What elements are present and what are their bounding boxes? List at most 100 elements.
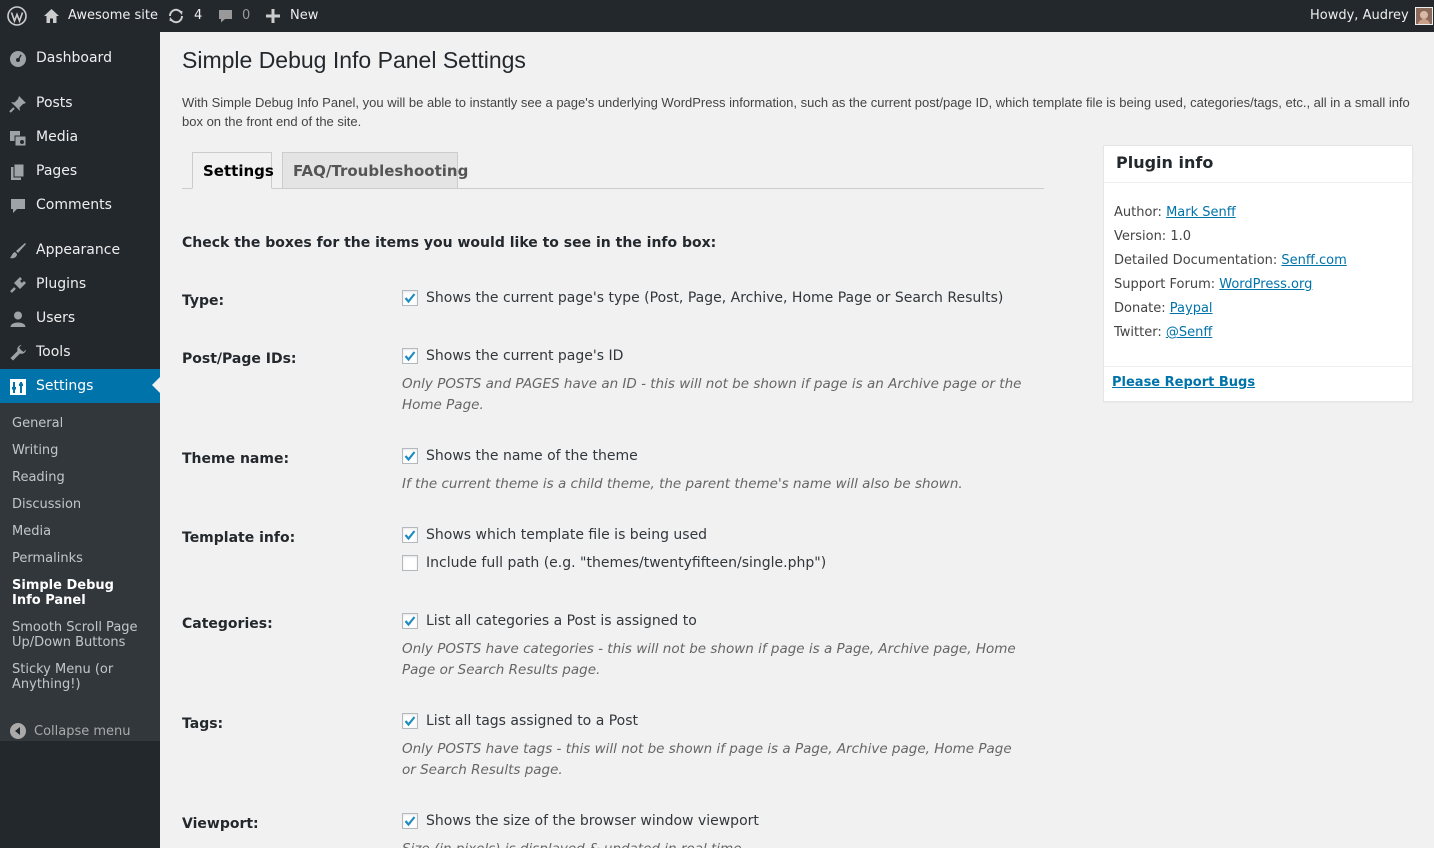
new-label: New [290,8,319,23]
menu-item-plugins[interactable]: Plugins [0,267,160,301]
option-label: Shows the current page's type (Post, Pag… [426,290,1004,306]
menu-label: Comments [36,197,112,213]
menu-item-appearance[interactable]: Appearance [0,233,160,267]
author-label: Author: [1114,205,1162,220]
option-tags[interactable]: List all tags assigned to a Post [402,713,638,729]
site-name-menu[interactable]: Awesome site [43,0,158,32]
option-label: Include full path (e.g. "themes/twentyfi… [426,555,827,571]
howdy-text: Howdy, Audrey [1310,8,1409,23]
menu-label: Dashboard [36,50,112,66]
donate-link[interactable]: Paypal [1170,301,1213,316]
checkbox-checked[interactable] [402,527,418,543]
option-theme-name[interactable]: Shows the name of the theme [402,448,638,464]
option-label: List all tags assigned to a Post [426,713,639,729]
menu-item-dashboard[interactable]: Dashboard [0,41,160,75]
pin-icon [8,94,28,114]
submenu-item-smooth-scroll[interactable]: Smooth Scroll Page Up/Down Buttons [12,620,142,650]
menu-label: Appearance [36,242,121,258]
menu-item-tools[interactable]: Tools [0,335,160,369]
row-label-viewport: Viewport: [182,816,259,832]
author-link[interactable]: Mark Senff [1166,205,1236,220]
home-icon [43,8,60,24]
option-label: Shows the name of the theme [426,448,638,464]
option-post-page-ids[interactable]: Shows the current page's ID [402,348,623,364]
forum-link[interactable]: WordPress.org [1219,277,1312,292]
submenu-item-simple-debug-info-panel[interactable]: Simple Debug Info Panel [12,578,142,608]
intro-text: With Simple Debug Info Panel, you will b… [182,95,1410,129]
checkbox-checked[interactable] [402,813,418,829]
page-title: Simple Debug Info Panel Settings [182,47,526,73]
brush-icon [8,241,28,261]
row-label-theme-name: Theme name: [182,451,290,467]
submenu-item-sticky-menu[interactable]: Sticky Menu (or Anything!) [12,662,122,692]
plugin-info-box: Plugin info Author: Mark Senff Version: … [1103,145,1413,402]
submenu-item-writing[interactable]: Writing [12,443,152,458]
option-label: Shows the current page's ID [426,348,624,364]
menu-label: Media [36,129,79,145]
submenu-item-permalinks[interactable]: Permalinks [12,551,152,566]
checkbox-unchecked[interactable] [402,555,418,571]
docs-link[interactable]: Senff.com [1281,253,1346,268]
option-label: Shows which template file is being used [426,527,708,543]
description-viewport: Size (in pixels) is displayed & updated … [402,839,1022,848]
instruction-text: Check the boxes for the items you would … [182,235,717,251]
option-type[interactable]: Shows the current page's type (Post, Pag… [402,290,1003,306]
menu-item-pages[interactable]: Pages [0,154,160,188]
submenu-item-media[interactable]: Media [12,524,152,539]
updates-icon [167,7,185,25]
collapse-arrow-icon [10,723,26,743]
menu-item-users[interactable]: Users [0,301,160,335]
checkbox-checked[interactable] [402,613,418,629]
menu-item-comments[interactable]: Comments [0,188,160,222]
option-viewport[interactable]: Shows the size of the browser window vie… [402,813,759,829]
option-template-info[interactable]: Shows which template file is being used [402,527,707,543]
divider [1104,182,1412,183]
option-label: List all categories a Post is assigned t… [426,613,697,629]
checkbox-checked[interactable] [402,290,418,306]
my-account-menu[interactable]: Howdy, Audrey [1310,0,1433,32]
checkbox-checked[interactable] [402,448,418,464]
option-template-full-path[interactable]: Include full path (e.g. "themes/twentyfi… [402,555,826,571]
donate-row: Donate: Paypal [1114,301,1213,316]
tab-settings[interactable]: Settings [192,152,274,189]
menu-label: Plugins [36,276,87,292]
submenu-item-discussion[interactable]: Discussion [12,497,152,512]
updates-menu[interactable]: 4 [167,0,202,32]
menu-item-settings[interactable]: Settings [0,369,160,403]
submenu-item-reading[interactable]: Reading [12,470,152,485]
plugin-info-title: Plugin info [1116,153,1214,172]
submenu-item-general[interactable]: General [12,416,152,431]
collapse-label: Collapse menu [34,723,131,739]
updates-count: 4 [194,8,203,23]
comments-count: 0 [242,8,251,23]
collapse-menu-button[interactable]: Collapse menu [0,714,160,748]
row-label-template-info: Template info: [182,530,296,546]
menu-item-posts[interactable]: Posts [0,86,160,120]
settings-icon [8,377,28,397]
menu-item-media[interactable]: Media [0,120,160,154]
wordpress-logo-icon[interactable] [7,0,27,32]
comment-bubble-icon [217,8,234,24]
admin-bar: Awesome site 4 0 New Howdy, Audrey [0,0,1434,32]
report-bugs-link[interactable]: Please Report Bugs [1112,375,1255,390]
comment-icon [8,196,28,216]
twitter-row: Twitter: @Senff [1114,325,1212,340]
row-label-type: Type: [182,293,225,309]
description-categories: Only POSTS have categories - this will n… [402,641,1016,678]
twitter-label: Twitter: [1114,325,1162,340]
site-name: Awesome site [68,8,158,23]
version-label: Version: [1114,229,1167,244]
pages-icon [8,162,28,182]
checkbox-checked[interactable] [402,348,418,364]
checkbox-checked[interactable] [402,713,418,729]
menu-label: Posts [36,95,73,111]
tab-faq-troubleshooting[interactable]: FAQ/Troubleshooting [282,152,468,189]
option-label: Shows the size of the browser window vie… [426,813,759,829]
twitter-link[interactable]: @Senff [1166,325,1212,340]
dashboard-icon [8,49,28,69]
comments-menu[interactable]: 0 [217,0,250,32]
settings-submenu: General Writing Reading Discussion Media… [0,403,160,741]
new-content-menu[interactable]: New [266,0,318,32]
option-categories[interactable]: List all categories a Post is assigned t… [402,613,697,629]
menu-label: Pages [36,163,78,179]
